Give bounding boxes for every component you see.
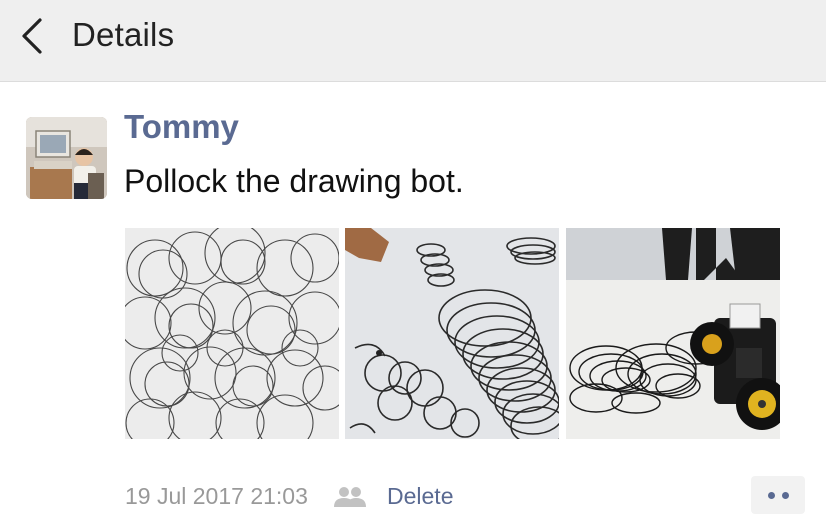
- delete-button[interactable]: Delete: [387, 483, 453, 510]
- timestamp: 19 Jul 2017 21:03: [125, 483, 308, 509]
- photo-scribble-circles[interactable]: [125, 228, 339, 439]
- more-button[interactable]: [751, 476, 805, 514]
- photo-grid: [125, 228, 780, 439]
- friends-icon: [334, 487, 366, 507]
- photo-robot-car[interactable]: [566, 228, 780, 439]
- header-bar: Details: [0, 0, 826, 82]
- author-name[interactable]: Tommy: [124, 108, 239, 146]
- more-dots-icon: [767, 491, 775, 499]
- back-button[interactable]: [14, 14, 50, 58]
- chevron-left-icon: [22, 18, 42, 54]
- photo-spiral-drawing[interactable]: [345, 228, 559, 439]
- avatar[interactable]: [26, 117, 107, 199]
- post-text: Pollock the drawing bot.: [124, 163, 464, 199]
- page-title: Details: [72, 16, 175, 53]
- more-dots-icon: [781, 491, 789, 499]
